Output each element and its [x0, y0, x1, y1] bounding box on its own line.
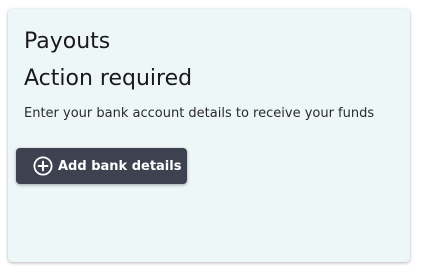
add-bank-details-label: Add bank details [58, 158, 182, 174]
add-bank-details-button[interactable]: Add bank details [16, 148, 187, 184]
card-description: Enter your bank account details to recei… [24, 106, 375, 121]
plus-circle-icon [33, 156, 53, 176]
payouts-card: Payouts Action required Enter your bank … [8, 9, 410, 262]
card-title: Payouts [24, 29, 111, 54]
status-heading: Action required [24, 66, 193, 91]
